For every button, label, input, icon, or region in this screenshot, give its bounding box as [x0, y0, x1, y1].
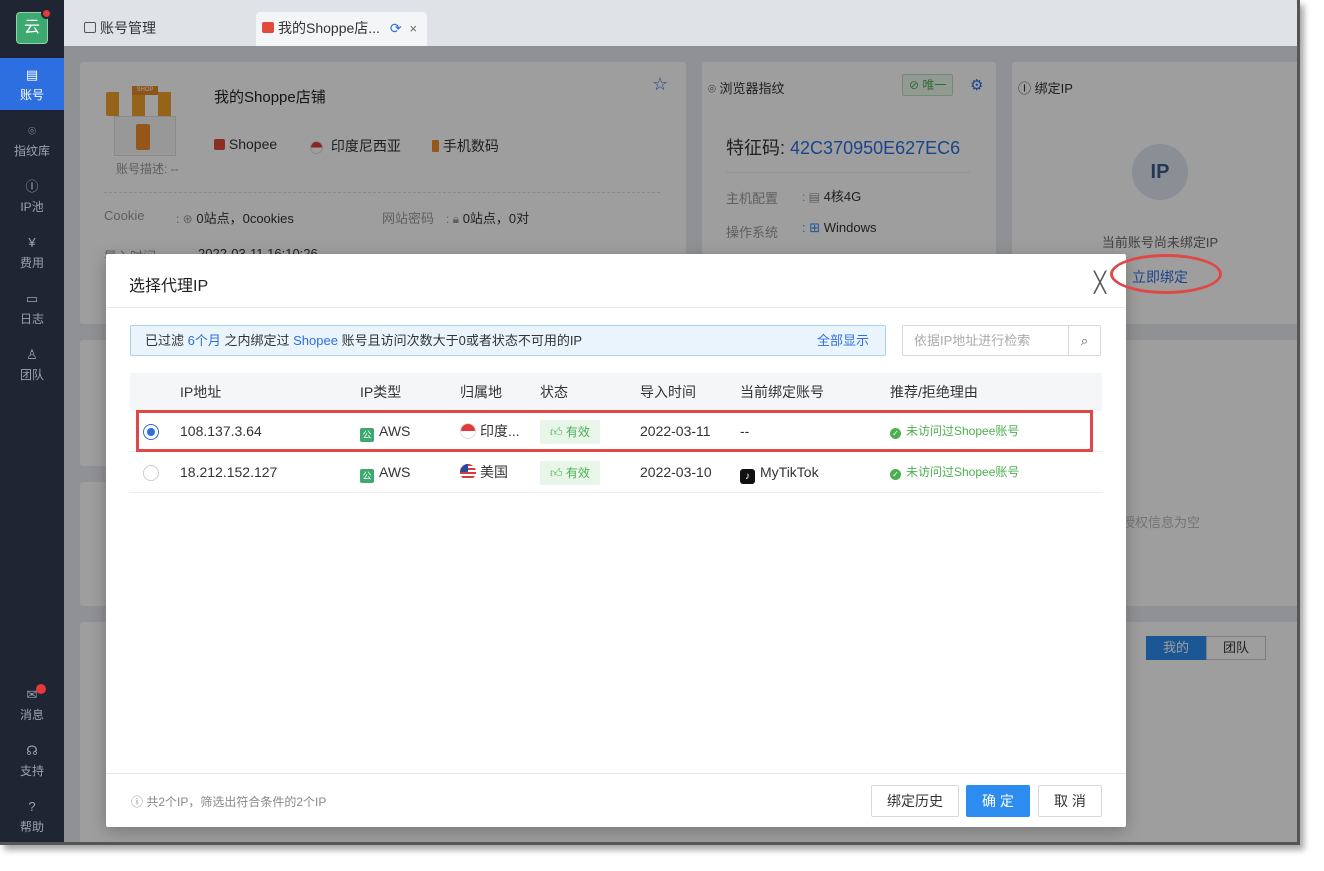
sidebar-item-label: 日志	[19, 312, 44, 326]
dialog-header: 选择代理IP ╳	[106, 254, 1126, 308]
ip-address-link[interactable]: 18.212.152.127	[180, 452, 277, 492]
shop-icon	[262, 22, 274, 33]
sidebar-item-label: 支持	[19, 764, 44, 778]
log-icon: ▭	[25, 291, 39, 306]
ip-type: 公 AWS	[360, 452, 410, 492]
tab-label: 账号管理	[100, 20, 156, 36]
refresh-icon[interactable]: ⟳	[390, 20, 402, 36]
bound-account-text: MyTikTok	[760, 464, 819, 480]
footer-info: ⓘ 共2个IP，筛选出符合条件的2个IP	[131, 793, 326, 810]
ip-type-text: AWS	[379, 464, 411, 480]
column-ip: IP地址	[180, 384, 222, 400]
ip-search-input[interactable]	[903, 326, 1069, 355]
ip-status: 👍︎ 有效	[540, 452, 600, 492]
table-header: IP地址 IP类型 归属地 状态 导入时间 当前绑定账号 推荐/拒绝理由	[130, 373, 1102, 411]
filter-suffix: 账号且访问次数大于0或者状态不可用的IP	[341, 333, 583, 348]
table-row[interactable]: 18.212.152.127 公 AWS 美国 👍︎ 有效 2022-03-10 …	[130, 452, 1102, 493]
column-location: 归属地	[460, 384, 502, 400]
sidebar-item-label: 团队	[19, 368, 44, 382]
row-radio[interactable]	[143, 465, 159, 481]
sidebar-item-messages[interactable]: ✉ 消息	[0, 678, 64, 730]
tab-label: 我的Shoppe店...	[278, 20, 380, 36]
sidebar-item-ip-pool[interactable]: Ⓘ IP池	[0, 170, 64, 222]
sidebar-item-billing[interactable]: ¥ 费用	[0, 226, 64, 278]
sidebar: 云 ▤ 账号 ⌾ 指纹库 Ⓘ IP池 ¥ 费用 ▭ 日志 ♙ 团队 ✉ 消息 ☊…	[0, 0, 64, 842]
ip-import-time: 2022-03-10	[640, 464, 712, 480]
show-all-link[interactable]: 全部显示	[817, 326, 869, 355]
bind-now-annotation-circle	[1110, 254, 1222, 294]
recommend-reason: ✓ 未访问过Shopee账号	[890, 452, 1019, 492]
headset-icon: ☊	[26, 743, 38, 758]
selection-highlight-annotation	[136, 410, 1093, 452]
check-icon: ✓	[890, 469, 901, 480]
filter-period: 6个月	[187, 333, 221, 348]
fingerprint-icon: ⌾	[28, 123, 36, 138]
sidebar-item-label: IP池	[20, 200, 44, 214]
team-icon: ♙	[26, 347, 38, 362]
logo-text: 云	[23, 19, 40, 36]
dialog-footer: ⓘ 共2个IP，筛选出符合条件的2个IP 绑定历史 确 定 取 消	[106, 773, 1126, 827]
sidebar-item-fingerprint[interactable]: ⌾ 指纹库	[0, 114, 64, 166]
cancel-button[interactable]: 取 消	[1038, 785, 1102, 817]
aws-icon: 公	[360, 469, 374, 483]
sidebar-item-label: 消息	[19, 708, 44, 722]
close-icon[interactable]: ╳	[1094, 270, 1106, 295]
dialog-title: 选择代理IP	[129, 278, 209, 295]
reason-text: 未访问过Shopee账号	[906, 465, 1020, 479]
sidebar-item-label: 指纹库	[13, 144, 50, 158]
thumbs-up-icon: 👍︎	[550, 466, 563, 480]
bound-account: ♪ MyTikTok	[740, 452, 819, 492]
select-proxy-ip-dialog: 选择代理IP ╳ 已过滤 6个月 之内绑定过 Shopee 账号且访问次数大于0…	[106, 254, 1126, 827]
filter-prefix: 已过滤	[145, 333, 185, 348]
column-status: 状态	[540, 384, 568, 400]
column-reason: 推荐/拒绝理由	[890, 384, 978, 400]
tiktok-icon: ♪	[740, 469, 755, 484]
app-logo[interactable]: 云	[16, 8, 52, 44]
yen-icon: ¥	[28, 235, 36, 250]
search-icon[interactable]: ⌕	[1068, 326, 1100, 355]
tab-shopee-store[interactable]: 我的Shoppe店... ⟳ ×	[256, 12, 428, 46]
tab-bar: 账号管理 我的Shoppe店... ⟳ ×	[64, 0, 1297, 46]
column-ip-type: IP类型	[360, 384, 402, 400]
info-icon: ⓘ	[131, 795, 144, 809]
sidebar-item-account[interactable]: ▤ 账号	[0, 58, 64, 110]
sidebar-item-label: 账号	[19, 88, 44, 102]
sidebar-item-label: 帮助	[19, 820, 44, 834]
sidebar-item-log[interactable]: ▭ 日志	[0, 282, 64, 334]
account-icon: ▤	[25, 67, 39, 82]
account-card-icon	[84, 22, 96, 33]
filter-middle: 之内绑定过	[224, 333, 290, 348]
ip-location-text: 美国	[480, 464, 508, 480]
ip-pool-icon: Ⓘ	[25, 179, 39, 194]
sidebar-item-help[interactable]: ? 帮助	[0, 790, 64, 842]
app-window: 云 ▤ 账号 ⌾ 指纹库 Ⓘ IP池 ¥ 费用 ▭ 日志 ♙ 团队 ✉ 消息 ☊…	[0, 0, 1300, 845]
ip-search-box: ⌕	[902, 325, 1101, 356]
tab-account-management[interactable]: 账号管理	[78, 12, 166, 46]
column-import-time: 导入时间	[640, 384, 696, 400]
confirm-button[interactable]: 确 定	[966, 785, 1030, 817]
sidebar-item-team[interactable]: ♙ 团队	[0, 338, 64, 390]
ip-location: 美国	[460, 452, 508, 492]
close-icon[interactable]: ×	[409, 21, 417, 36]
notification-dot	[41, 8, 52, 19]
filter-platform: Shopee	[293, 333, 338, 348]
message-badge	[36, 684, 46, 694]
sidebar-item-label: 费用	[19, 256, 44, 270]
status-badge: 👍︎ 有效	[540, 461, 600, 485]
status-text: 有效	[565, 466, 590, 480]
sidebar-item-support[interactable]: ☊ 支持	[0, 734, 64, 786]
filter-notice: 已过滤 6个月 之内绑定过 Shopee 账号且访问次数大于0或者状态不可用的I…	[130, 325, 886, 356]
bind-history-button[interactable]: 绑定历史	[871, 785, 959, 817]
us-flag-icon	[460, 464, 476, 480]
footer-info-text: 共2个IP，筛选出符合条件的2个IP	[146, 795, 327, 809]
column-bound-account: 当前绑定账号	[740, 384, 824, 400]
help-icon: ?	[28, 799, 36, 814]
